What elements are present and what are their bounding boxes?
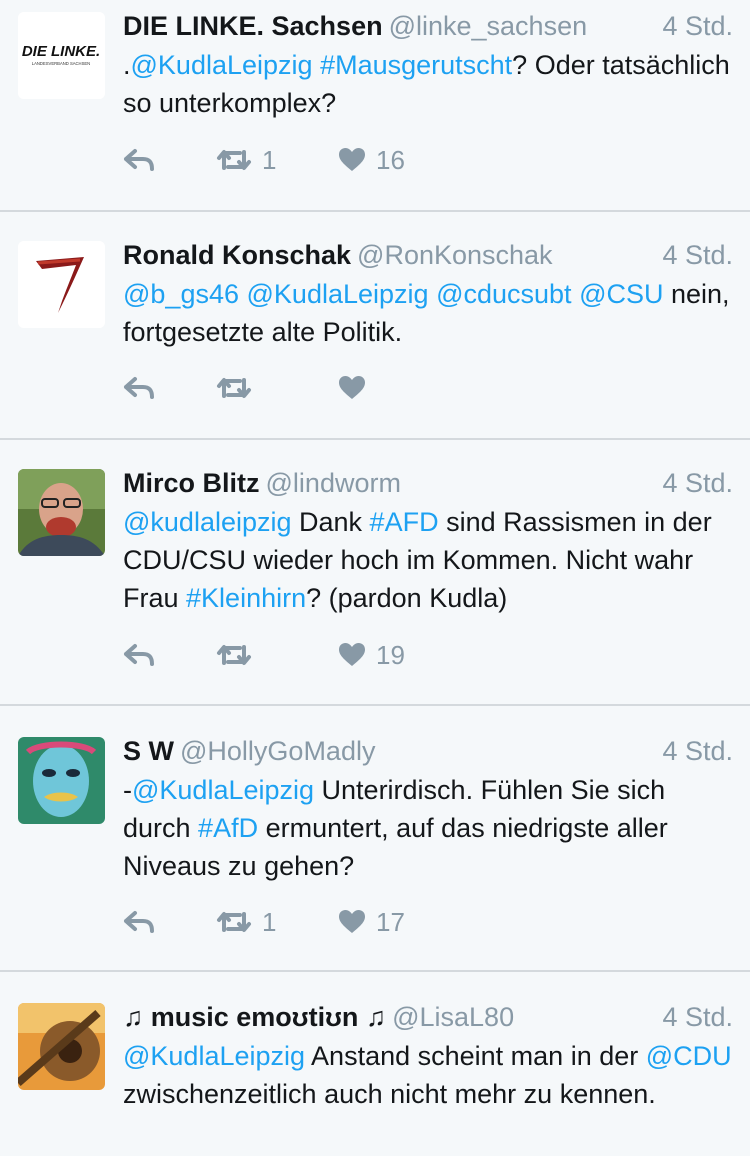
tweet-text-segment: zwischenzeitlich auch nicht mehr zu kenn… [123,1079,656,1109]
user-art-avatar [18,737,105,824]
logo-text: DIE LINKE. [22,43,100,60]
tweet-item[interactable]: S W @HollyGoMadly 4 Std. -@KudlaLeipzig U… [0,706,750,970]
tweet-item[interactable]: Ronald Konschak @RonKonschak 4 Std. @b_gs… [0,212,750,438]
tweet-text-segment: . [123,50,131,80]
hashtag-link[interactable]: #AfD [198,813,258,843]
tweet-actions: 19 [123,637,523,673]
mention-link[interactable]: @CDU [646,1041,732,1071]
tweet-header: ♫ music emoʊtiʊn ♫ @LisaL80 4 Std. [123,999,733,1035]
mention-link[interactable]: @cducsubt [436,279,571,309]
tweet-text: @kudlaleipzig Dank #AFD sind Rassismen i… [123,503,733,617]
tweet-item[interactable]: Mirco Blitz @lindworm 4 Std. @kudlaleipzi… [0,440,750,704]
hashtag-link[interactable]: #Kleinhirn [186,583,306,613]
author-handle[interactable]: @RonKonschak [357,240,553,270]
avatar[interactable] [18,241,105,328]
heart-icon [339,148,365,171]
tweet-text-segment: Anstand scheint man in der [305,1041,646,1071]
mention-link[interactable]: @kudlaleipzig [123,507,292,537]
heart-icon [339,910,365,933]
retweet-button[interactable]: 1 [216,904,276,940]
retweet-button[interactable] [216,637,262,673]
timestamp[interactable]: 4 Std. [662,8,733,44]
tweet-actions: 1 17 [123,904,523,940]
retweet-button[interactable]: 1 [216,142,276,178]
tweet-header: DIE LINKE. Sachsen @linke_sachsen 4 Std. [123,8,733,44]
tweet-text-segment: Dank [291,507,370,537]
tweet-header: Mirco Blitz @lindworm 4 Std. [123,465,733,501]
tweet-header: S W @HollyGoMadly 4 Std. [123,733,733,769]
timestamp[interactable]: 4 Std. [662,733,733,769]
retweet-button[interactable] [216,370,262,406]
tweet-header: Ronald Konschak @RonKonschak 4 Std. [123,237,733,273]
mention-link[interactable]: @CSU [579,279,663,309]
guitar-photo-avatar [18,1003,105,1090]
author-handle[interactable]: @linke_sachsen [389,11,588,41]
mention-link[interactable]: @b_gs46 [123,279,239,309]
author-name[interactable]: ♫ music emoʊtiʊn ♫ [123,1002,386,1032]
author-name[interactable]: S W [123,736,174,766]
tweet-item[interactable]: DIE LINKE. LANDESVERBAND SACHSEN DIE LIN… [0,0,750,210]
reply-button[interactable] [123,370,155,406]
hashtag-link[interactable]: #Mausgerutscht [320,50,512,80]
tweet-item[interactable]: ♫ music emoʊtiʊn ♫ @LisaL80 4 Std. @Kudla… [0,972,750,1156]
reply-button[interactable] [123,142,155,178]
avatar[interactable]: DIE LINKE. LANDESVERBAND SACHSEN [18,12,105,99]
timestamp[interactable]: 4 Std. [662,237,733,273]
logo-subtext: LANDESVERBAND SACHSEN [32,61,90,66]
heart-icon [339,376,365,399]
like-count: 16 [376,144,405,175]
mention-link[interactable]: @KudlaLeipzig [131,50,313,80]
like-button[interactable]: 19 [338,637,405,673]
tweet-text-segment [429,279,437,309]
avatar[interactable] [18,1003,105,1090]
like-button[interactable]: 16 [338,142,405,178]
tweet-text: .@KudlaLeipzig #Mausgerutscht? Oder tats… [123,46,733,122]
author-name[interactable]: DIE LINKE. Sachsen [123,11,383,41]
like-button[interactable]: 17 [338,904,405,940]
tweet-text-segment [313,50,321,80]
tweet-text-segment [572,279,580,309]
author-handle[interactable]: @lindworm [266,468,401,498]
reply-button[interactable] [123,904,155,940]
author-name[interactable]: Mirco Blitz [123,468,260,498]
tweet-text-segment: - [123,775,132,805]
timestamp[interactable]: 4 Std. [662,999,733,1035]
tweet-feed: DIE LINKE. LANDESVERBAND SACHSEN DIE LIN… [0,0,750,1156]
reply-icon [124,644,154,666]
retweet-count: 1 [262,144,277,175]
reply-icon [124,911,154,933]
tweet-actions [123,370,523,406]
like-count: 19 [376,639,405,670]
retweet-icon [217,378,251,398]
heart-icon [339,643,365,666]
avatar[interactable] [18,469,105,556]
retweet-icon [217,150,251,170]
mention-link[interactable]: @KudlaLeipzig [123,1041,305,1071]
reply-icon [124,149,154,171]
tweet-text-segment [239,279,247,309]
tweet-text: @b_gs46 @KudlaLeipzig @cducsubt @CSU nei… [123,275,733,351]
mention-link[interactable]: @KudlaLeipzig [132,775,314,805]
author-handle[interactable]: @LisaL80 [392,1002,514,1032]
timestamp[interactable]: 4 Std. [662,465,733,501]
hashtag-link[interactable]: #AFD [370,507,439,537]
tweet-text: -@KudlaLeipzig Unterirdisch. Fühlen Sie … [123,771,733,885]
die-linke-logo: DIE LINKE. LANDESVERBAND SACHSEN [18,12,105,99]
tweet-actions: 1 16 [123,142,523,178]
like-count: 17 [376,906,405,937]
retweet-icon [217,645,251,665]
like-button[interactable] [338,370,376,406]
reply-button[interactable] [123,637,155,673]
seven-logo-avatar [18,241,105,328]
mention-link[interactable]: @KudlaLeipzig [247,279,429,309]
user-photo-avatar [18,469,105,556]
author-name[interactable]: Ronald Konschak [123,240,351,270]
reply-icon [124,377,154,399]
tweet-text-segment: ? (pardon Kudla) [306,583,508,613]
avatar[interactable] [18,737,105,824]
retweet-count: 1 [262,906,277,937]
author-handle[interactable]: @HollyGoMadly [180,736,375,766]
retweet-icon [217,912,251,932]
tweet-text: @KudlaLeipzig Anstand scheint man in der… [123,1037,733,1113]
